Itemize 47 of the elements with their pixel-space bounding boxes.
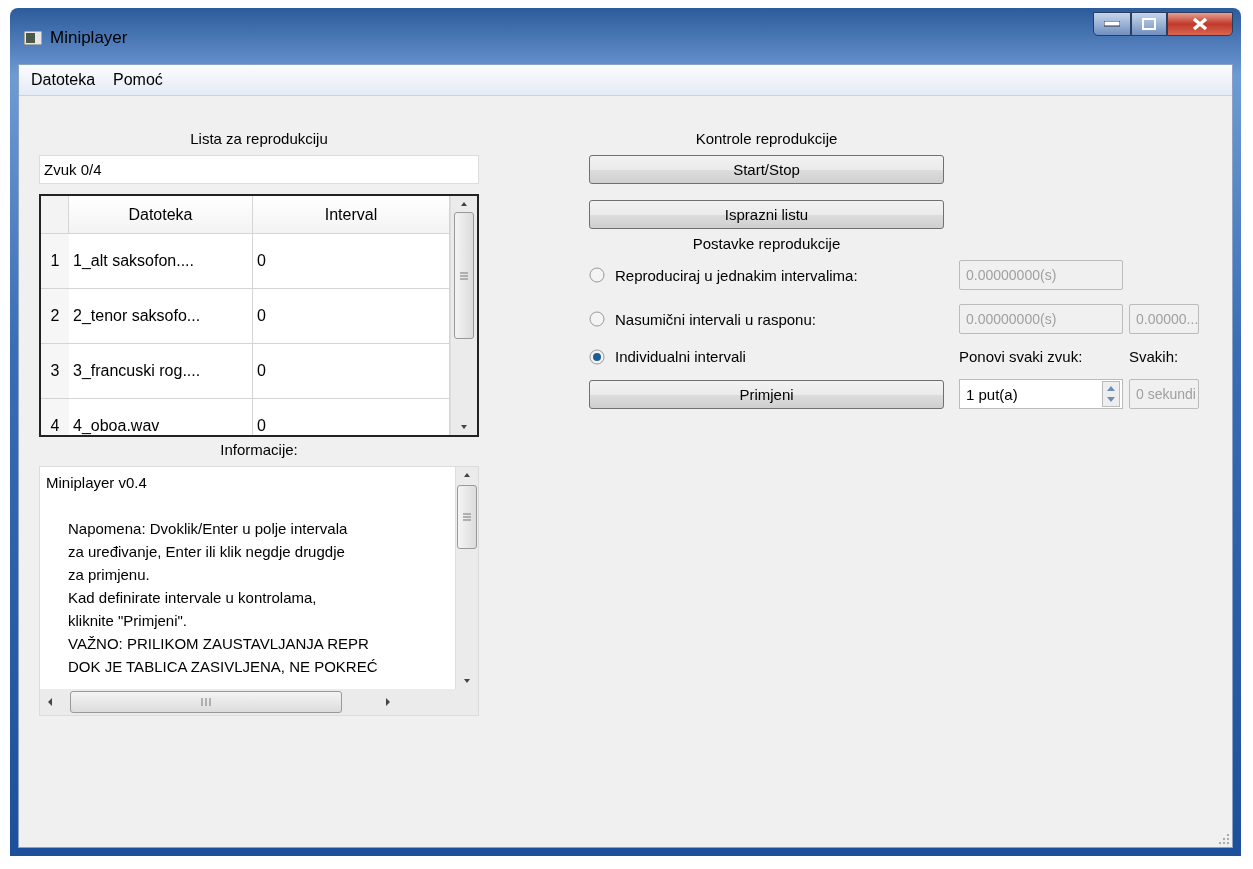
every-label: Svakih: (1129, 348, 1180, 365)
info-text: za uređivanje, Enter ili klik negdje drugdje (67, 542, 346, 562)
table-cell[interactable]: 2_tenor saksofo... (69, 289, 253, 344)
info-text: za primjenu. (67, 565, 151, 585)
menu-item[interactable]: Pomoć (109, 69, 167, 91)
settings-title: Postavke reprodukcije (691, 234, 842, 254)
info-text: kliknite "Primjeni". (67, 611, 188, 631)
radio-option[interactable]: Reproduciraj u jednakim intervalima: (589, 266, 959, 284)
row-number: 1 (41, 234, 69, 289)
info-text: Miniplayer v0.4 (46, 473, 148, 493)
minimize-icon (1104, 21, 1120, 27)
minimize-button[interactable] (1093, 12, 1131, 36)
menu-item[interactable]: Datoteka (27, 69, 100, 91)
info-text: VAŽNO: PRILIKOM ZAUSTAVLJANJA REPR (67, 634, 370, 654)
scrollbar-thumb[interactable] (454, 212, 474, 339)
controls-title: Kontrole reprodukcije (694, 129, 839, 149)
resize-grip-icon[interactable] (1218, 833, 1230, 845)
spin-arrows-icon[interactable] (1102, 381, 1120, 407)
action-button[interactable]: Isprazni listu (589, 200, 944, 229)
status-field: Zvuk 0/4 (39, 155, 479, 184)
repeat-label: Ponovi svaki zvuk: (959, 348, 1084, 365)
row-number: 4 (41, 399, 69, 435)
playlist-title: Lista za reprodukciju (189, 129, 329, 149)
row-number: 3 (41, 344, 69, 399)
table-cell[interactable]: 1_alt saksofon.... (69, 234, 253, 289)
app-icon (24, 31, 42, 45)
close-button[interactable] (1167, 12, 1233, 36)
scrollbar-thumb[interactable] (457, 485, 477, 549)
info-text: Kad definirate intervale u kontrolama, (67, 588, 318, 608)
maximize-icon (1142, 18, 1156, 30)
maximize-button[interactable] (1131, 12, 1167, 36)
info-title: Informacije: (219, 440, 299, 460)
scrollbar-thumb[interactable] (70, 691, 342, 713)
window-title: Miniplayer (50, 28, 129, 48)
repeat-spinbox[interactable]: 1 put(a) (959, 379, 1123, 409)
radio-option[interactable]: Nasumični intervali u rasponu: (589, 310, 959, 328)
info-text: Napomena: Dvoklik/Enter u polje intervala (67, 519, 349, 539)
row-number: 2 (41, 289, 69, 344)
radio-option[interactable]: Individualni intervali (589, 348, 959, 365)
table-cell[interactable]: 4_oboa.wav (69, 399, 253, 435)
info-text: DOK JE TABLICA ZASIVLJENA, NE POKREĆ (67, 657, 379, 677)
action-button[interactable]: Start/Stop (589, 155, 944, 184)
table-cell[interactable]: 3_francuski rog.... (69, 344, 253, 399)
apply-button[interactable]: Primjeni (589, 379, 944, 409)
close-icon (1192, 17, 1208, 31)
column-header[interactable]: Interval (253, 196, 450, 234)
column-header[interactable]: Datoteka (69, 196, 253, 234)
